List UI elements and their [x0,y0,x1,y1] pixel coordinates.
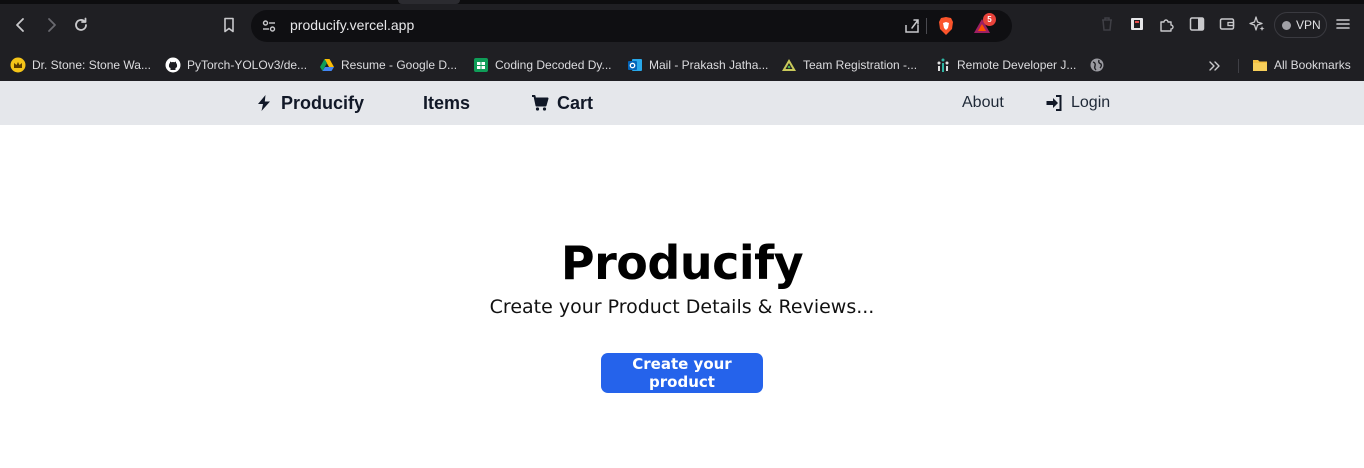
bookmark-item[interactable]: PyTorch-YOLOv3/de... [165,54,307,76]
create-product-button[interactable]: Create your product [601,353,763,393]
url-text[interactable]: producify.vercel.app [290,17,414,33]
chevron-double-right-icon[interactable] [1206,57,1224,75]
nav-about-link[interactable]: About [962,81,1004,125]
active-tab-edge[interactable] [398,0,460,4]
wallet-icon[interactable] [1217,14,1237,34]
bookmark-item[interactable]: Mail - Prakash Jatha... [627,54,768,76]
reload-icon[interactable] [69,13,93,37]
bookmark-label: Dr. Stone: Stone Wa... [32,58,151,72]
all-bookmarks-folder[interactable]: All Bookmarks [1252,54,1351,76]
globe-icon [1089,57,1105,73]
nav-about-label: About [962,94,1004,111]
google-sheets-icon [473,57,489,73]
folder-icon [1252,57,1268,73]
trash-icon[interactable] [1097,14,1117,34]
forward-arrow-icon[interactable] [39,13,63,37]
site-settings-icon[interactable] [261,18,277,34]
hero-title: Producify [560,236,804,290]
bookmark-label: Remote Developer J... [957,58,1077,72]
bookmark-label: Resume - Google D... [341,58,458,72]
nav-cart-label: Cart [557,92,594,113]
nav-cart-link[interactable]: Cart [531,81,593,125]
triangle-logo-icon [781,57,797,73]
google-drive-icon [319,57,335,73]
omnibox-divider [926,18,927,34]
turing-logo-icon [935,57,951,73]
film-extension-icon[interactable] [1127,14,1147,34]
nav-login-link[interactable]: Login [1045,81,1110,125]
bookmark-label: Mail - Prakash Jatha... [649,58,769,72]
bookmark-label: PyTorch-YOLOv3/de... [187,58,308,72]
sign-in-icon [1046,95,1062,111]
brand-link[interactable]: Producify [255,81,364,125]
ai-sparkle-icon[interactable] [1247,14,1267,34]
rewards-badge-count: 5 [983,13,996,26]
site-navbar: Producify Items Cart About Login [0,81,1364,125]
puzzle-icon[interactable] [1157,14,1177,34]
hamburger-menu-icon[interactable] [1333,14,1353,34]
browser-toolbar: producify.vercel.app 5 VPN [0,0,1364,50]
bookmark-item[interactable]: Resume - Google D... [319,54,457,76]
nav-items-label: Items [423,92,471,113]
github-icon [165,57,181,73]
shopping-cart-icon [532,95,549,111]
bookmarks-divider [1238,59,1239,73]
bookmark-item[interactable]: Coding Decoded Dy... [473,54,612,76]
bookmark-item[interactable]: Dr. Stone: Stone Wa... [10,54,151,76]
crown-icon [10,57,26,73]
nav-login-label: Login [1071,94,1111,111]
bookmark-item[interactable]: Team Registration -... [781,54,917,76]
bookmark-label: Team Registration -... [803,58,918,72]
outlook-icon [627,57,643,73]
address-bar[interactable]: producify.vercel.app 5 [251,10,1012,42]
vpn-status-dot [1282,20,1291,30]
bookmarks-bar: Dr. Stone: Stone Wa... PyTorch-YOLOv3/de… [0,50,1364,81]
brave-shields-icon[interactable] [937,16,955,36]
sidebar-icon[interactable] [1187,14,1207,34]
nav-items-link[interactable]: Items [423,81,470,125]
bookmark-item[interactable] [1089,54,1105,76]
brand-name: Producify [281,92,365,113]
all-bookmarks-label: All Bookmarks [1274,58,1351,72]
vpn-label: VPN [1296,18,1321,32]
share-icon[interactable] [903,17,921,35]
hero-subtitle: Create your Product Details & Reviews... [489,296,875,318]
bookmark-label: Coding Decoded Dy... [495,58,612,72]
vpn-button[interactable]: VPN [1274,12,1327,38]
bookmark-item[interactable]: Remote Developer J... [935,54,1076,76]
bookmark-icon[interactable] [217,13,241,37]
back-arrow-icon[interactable] [9,13,33,37]
tab-strip-edge [0,0,1364,4]
lightning-bolt-icon [258,95,270,111]
